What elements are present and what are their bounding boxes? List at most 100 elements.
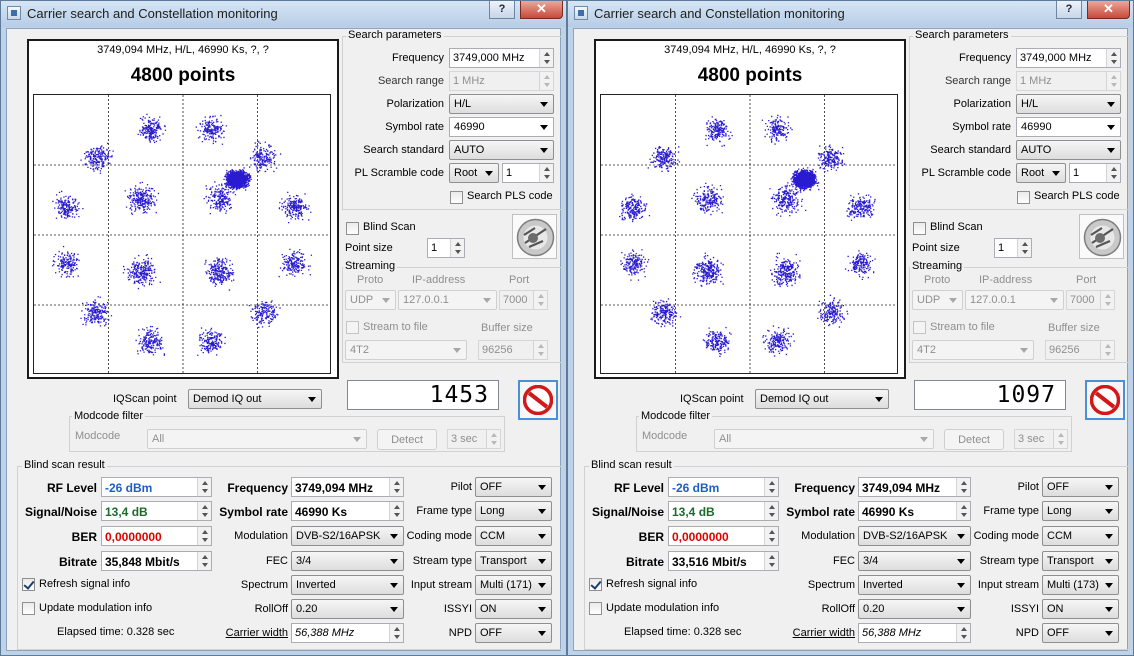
coding-mode-select[interactable]: CCM <box>475 526 552 546</box>
search-range-spin[interactable] <box>539 72 553 90</box>
port-spin[interactable] <box>1100 291 1114 309</box>
fec-select[interactable]: 3/4 <box>291 551 404 571</box>
point-size-spin[interactable] <box>1017 239 1031 257</box>
search-range-field[interactable]: 1 MHz <box>1016 71 1121 91</box>
rolloff-select[interactable]: 0.20 <box>291 599 404 619</box>
pl-scramble-mode-select[interactable]: Root <box>1016 163 1066 183</box>
fec-select[interactable]: 3/4 <box>858 551 971 571</box>
stream-type-select[interactable]: Transport <box>475 551 552 571</box>
detect-time-spin[interactable] <box>1053 430 1067 448</box>
modulation-select[interactable]: DVB-S2/16APSK <box>291 526 404 546</box>
buffer-size-field[interactable]: 96256 <box>1045 340 1115 360</box>
file-format-select[interactable]: 4T2 <box>912 340 1034 360</box>
port-field[interactable]: 7000 <box>1066 290 1115 310</box>
input-stream-select[interactable]: Multi (171) <box>475 575 552 595</box>
detect-time-field[interactable]: 3 sec <box>1014 429 1068 449</box>
help-button[interactable]: ? <box>489 1 515 19</box>
npd-select[interactable]: OFF <box>1042 623 1119 643</box>
point-size-spin[interactable] <box>450 239 464 257</box>
chevron-down-icon <box>538 534 546 539</box>
satellite-logo-icon[interactable] <box>512 214 557 259</box>
polarization-select[interactable]: H/L <box>1016 94 1121 114</box>
search-standard-select[interactable]: AUTO <box>1016 140 1121 160</box>
frame-type-select[interactable]: Long <box>475 501 552 521</box>
frequency-spin[interactable] <box>1106 49 1120 67</box>
input-stream-select[interactable]: Multi (173) <box>1042 575 1119 595</box>
frequency-spin[interactable] <box>539 49 553 67</box>
window-title: Carrier search and Constellation monitor… <box>27 6 278 21</box>
iqscan-select[interactable]: Demod IQ out <box>755 389 889 409</box>
refresh-signal-checkbox[interactable] <box>589 578 602 591</box>
spectrum-select[interactable]: Inverted <box>858 575 971 595</box>
close-button[interactable]: ✕ <box>1087 1 1130 19</box>
pilot-select[interactable]: OFF <box>1042 477 1119 497</box>
stream-type-select[interactable]: Transport <box>1042 551 1119 571</box>
frequency-field[interactable]: 3749,000 MHz <box>449 48 554 68</box>
polarization-select[interactable]: H/L <box>449 94 554 114</box>
symbol-rate-select[interactable]: 46990 <box>1016 117 1121 137</box>
carrier-width-link[interactable]: Carrier width <box>207 627 288 639</box>
port-field[interactable]: 7000 <box>499 290 548 310</box>
pl-scramble-spin[interactable] <box>539 164 553 182</box>
proto-select[interactable]: UDP <box>912 290 963 310</box>
spectrum-select[interactable]: Inverted <box>291 575 404 595</box>
help-button[interactable]: ? <box>1056 1 1082 19</box>
pl-scramble-label: PL Scramble code <box>354 167 444 179</box>
coding-mode-select[interactable]: CCM <box>1042 526 1119 546</box>
update-modulation-checkbox[interactable] <box>589 602 602 615</box>
port-spin[interactable] <box>533 291 547 309</box>
file-format-select[interactable]: 4T2 <box>345 340 467 360</box>
proto-select[interactable]: UDP <box>345 290 396 310</box>
search-range-field[interactable]: 1 MHz <box>449 71 554 91</box>
pl-scramble-code-field[interactable]: 1 <box>502 163 554 183</box>
search-standard-select[interactable]: AUTO <box>449 140 554 160</box>
stop-button[interactable] <box>1085 380 1125 420</box>
blind-scan-checkbox[interactable] <box>913 222 926 235</box>
satellite-logo-icon[interactable] <box>1079 214 1124 259</box>
pl-scramble-spin[interactable] <box>1106 164 1120 182</box>
title-bar[interactable]: Carrier search and Constellation monitor… <box>1 1 566 27</box>
iqscan-select[interactable]: Demod IQ out <box>188 389 322 409</box>
constellation-info: 3749,094 MHz, H/L, 46990 Ks, ?, ? <box>664 44 836 56</box>
snr-label: Signal/Noise <box>24 505 97 519</box>
issyi-select[interactable]: ON <box>475 599 552 619</box>
detect-button[interactable]: Detect <box>944 429 1004 450</box>
detect-button[interactable]: Detect <box>377 429 437 450</box>
update-modulation-checkbox[interactable] <box>22 602 35 615</box>
bitrate-label: Bitrate <box>625 555 664 569</box>
ip-address-select[interactable]: 127.0.0.1 <box>965 290 1064 310</box>
buffer-size-spin[interactable] <box>533 341 547 359</box>
pl-scramble-code-field[interactable]: 1 <box>1069 163 1121 183</box>
stream-to-file-checkbox[interactable] <box>913 321 926 334</box>
buffer-size-spin[interactable] <box>1100 341 1114 359</box>
point-size-field[interactable]: 1 <box>427 238 465 258</box>
detect-time-spin[interactable] <box>486 430 500 448</box>
search-pls-checkbox[interactable] <box>1017 191 1030 204</box>
buffer-size-field[interactable]: 96256 <box>478 340 548 360</box>
point-size-field[interactable]: 1 <box>994 238 1032 258</box>
stop-button[interactable] <box>518 380 558 420</box>
close-button[interactable]: ✕ <box>520 1 563 19</box>
frame-type-select[interactable]: Long <box>1042 501 1119 521</box>
frame-type-label: Frame type <box>416 505 472 517</box>
refresh-signal-checkbox[interactable] <box>22 578 35 591</box>
pl-scramble-mode-select[interactable]: Root <box>449 163 499 183</box>
modulation-select[interactable]: DVB-S2/16APSK <box>858 526 971 546</box>
symbol-rate-select[interactable]: 46990 <box>449 117 554 137</box>
pilot-select[interactable]: OFF <box>475 477 552 497</box>
search-pls-checkbox[interactable] <box>450 191 463 204</box>
stream-to-file-checkbox[interactable] <box>346 321 359 334</box>
rolloff-select[interactable]: 0.20 <box>858 599 971 619</box>
search-range-spin[interactable] <box>1106 72 1120 90</box>
issyi-select[interactable]: ON <box>1042 599 1119 619</box>
carrier-width-link[interactable]: Carrier width <box>774 627 855 639</box>
frequency-field[interactable]: 3749,000 MHz <box>1016 48 1121 68</box>
detect-time-field[interactable]: 3 sec <box>447 429 501 449</box>
chevron-down-icon <box>1105 534 1113 539</box>
ip-address-select[interactable]: 127.0.0.1 <box>398 290 497 310</box>
blind-scan-checkbox[interactable] <box>346 222 359 235</box>
modcode-select[interactable]: All <box>714 429 934 449</box>
npd-select[interactable]: OFF <box>475 623 552 643</box>
title-bar[interactable]: Carrier search and Constellation monitor… <box>568 1 1133 27</box>
modcode-select[interactable]: All <box>147 429 367 449</box>
